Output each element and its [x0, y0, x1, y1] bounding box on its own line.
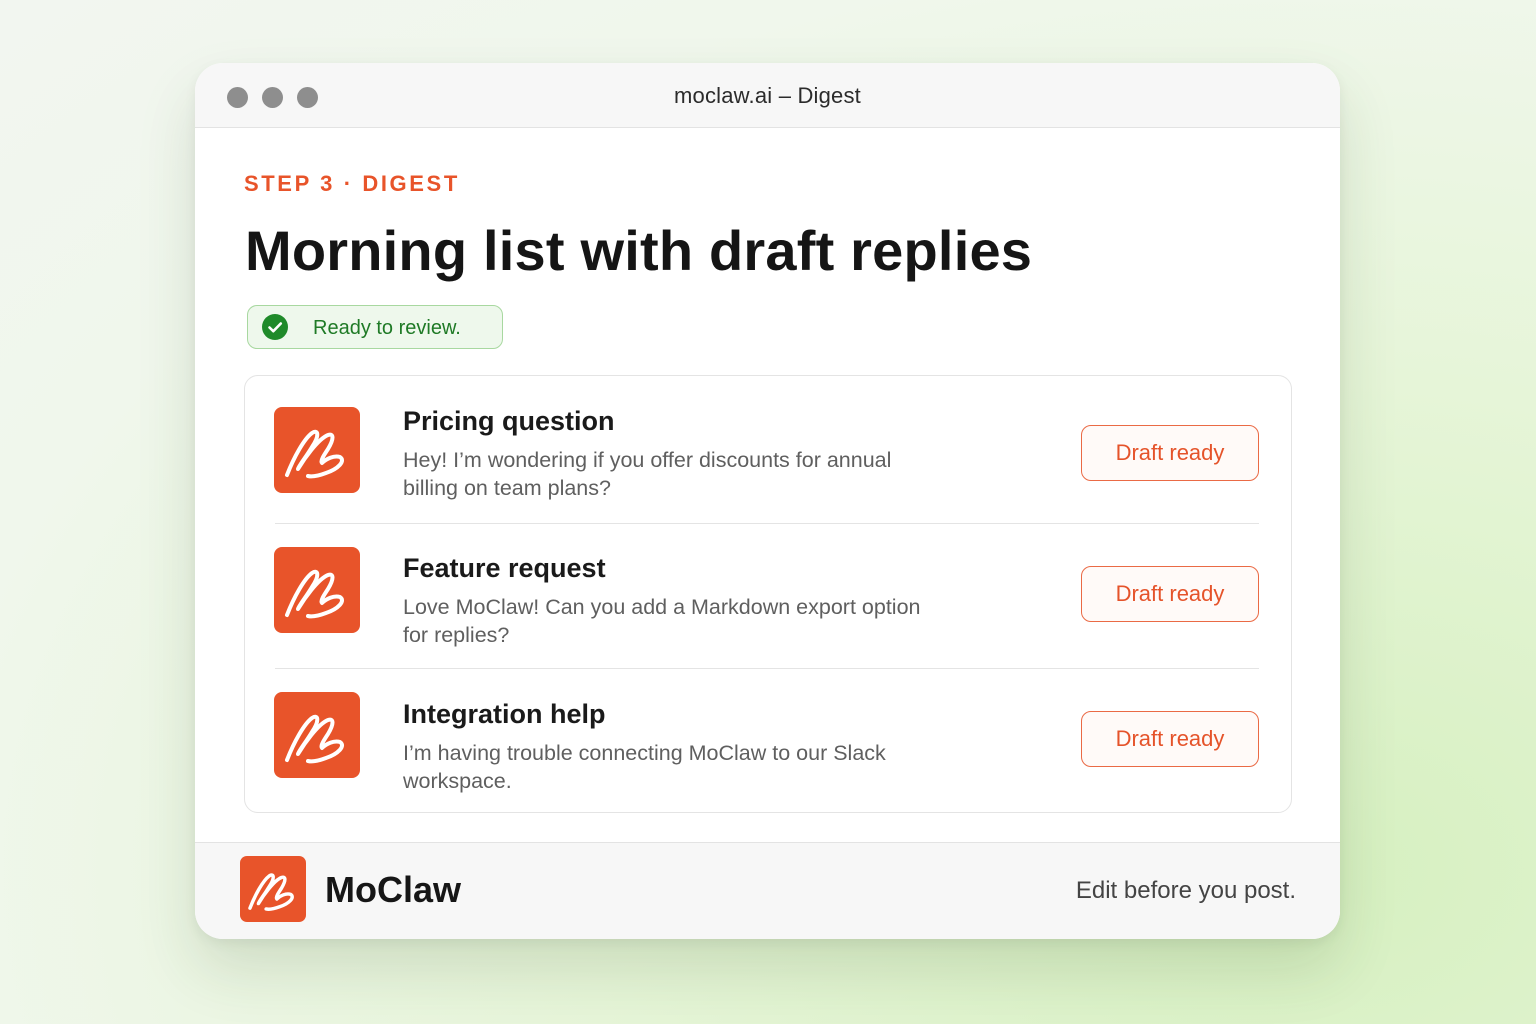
item-title: Pricing question — [403, 406, 615, 436]
item-title: Feature request — [403, 553, 606, 583]
window-title: moclaw.ai – Digest — [673, 83, 861, 108]
page-title: Morning list with draft replies — [245, 219, 1033, 282]
draft-ready-button[interactable]: Draft ready — [1081, 425, 1259, 481]
step-label: STEP 3 · DIGEST — [244, 171, 460, 196]
list-item[interactable]: Feature request Love MoClaw! Can you add… — [245, 522, 1291, 668]
moclaw-logo-icon — [274, 547, 360, 633]
moclaw-logo-icon — [240, 856, 306, 922]
title-bar: moclaw.ai – Digest — [195, 63, 1340, 128]
draft-ready-button[interactable]: Draft ready — [1081, 711, 1259, 767]
item-message: I’m having trouble connecting MoClaw to … — [403, 741, 886, 793]
moclaw-logo-icon — [274, 692, 360, 778]
draft-ready-button[interactable]: Draft ready — [1081, 566, 1259, 622]
item-message: Love MoClaw! Can you add a Markdown expo… — [403, 595, 921, 647]
footer: MoClaw Edit before you post. — [195, 842, 1340, 939]
list-item[interactable]: Integration help I’m having trouble conn… — [245, 668, 1291, 814]
list-item[interactable]: Pricing question Hey! I’m wondering if y… — [245, 376, 1291, 522]
footer-tagline: Edit before you post. — [1075, 877, 1296, 904]
check-circle-icon — [262, 314, 288, 340]
digest-list: Pricing question Hey! I’m wondering if y… — [244, 375, 1292, 813]
status-text: Ready to review. — [313, 317, 461, 339]
moclaw-logo-icon — [274, 407, 360, 493]
item-message: Hey! I’m wondering if you offer discount… — [403, 448, 892, 500]
brand-name: MoClaw — [325, 869, 462, 910]
status-badge: Ready to review. — [247, 305, 503, 349]
item-title: Integration help — [403, 699, 606, 729]
app-window: moclaw.ai – Digest STEP 3 · DIGEST Morni… — [195, 63, 1340, 939]
